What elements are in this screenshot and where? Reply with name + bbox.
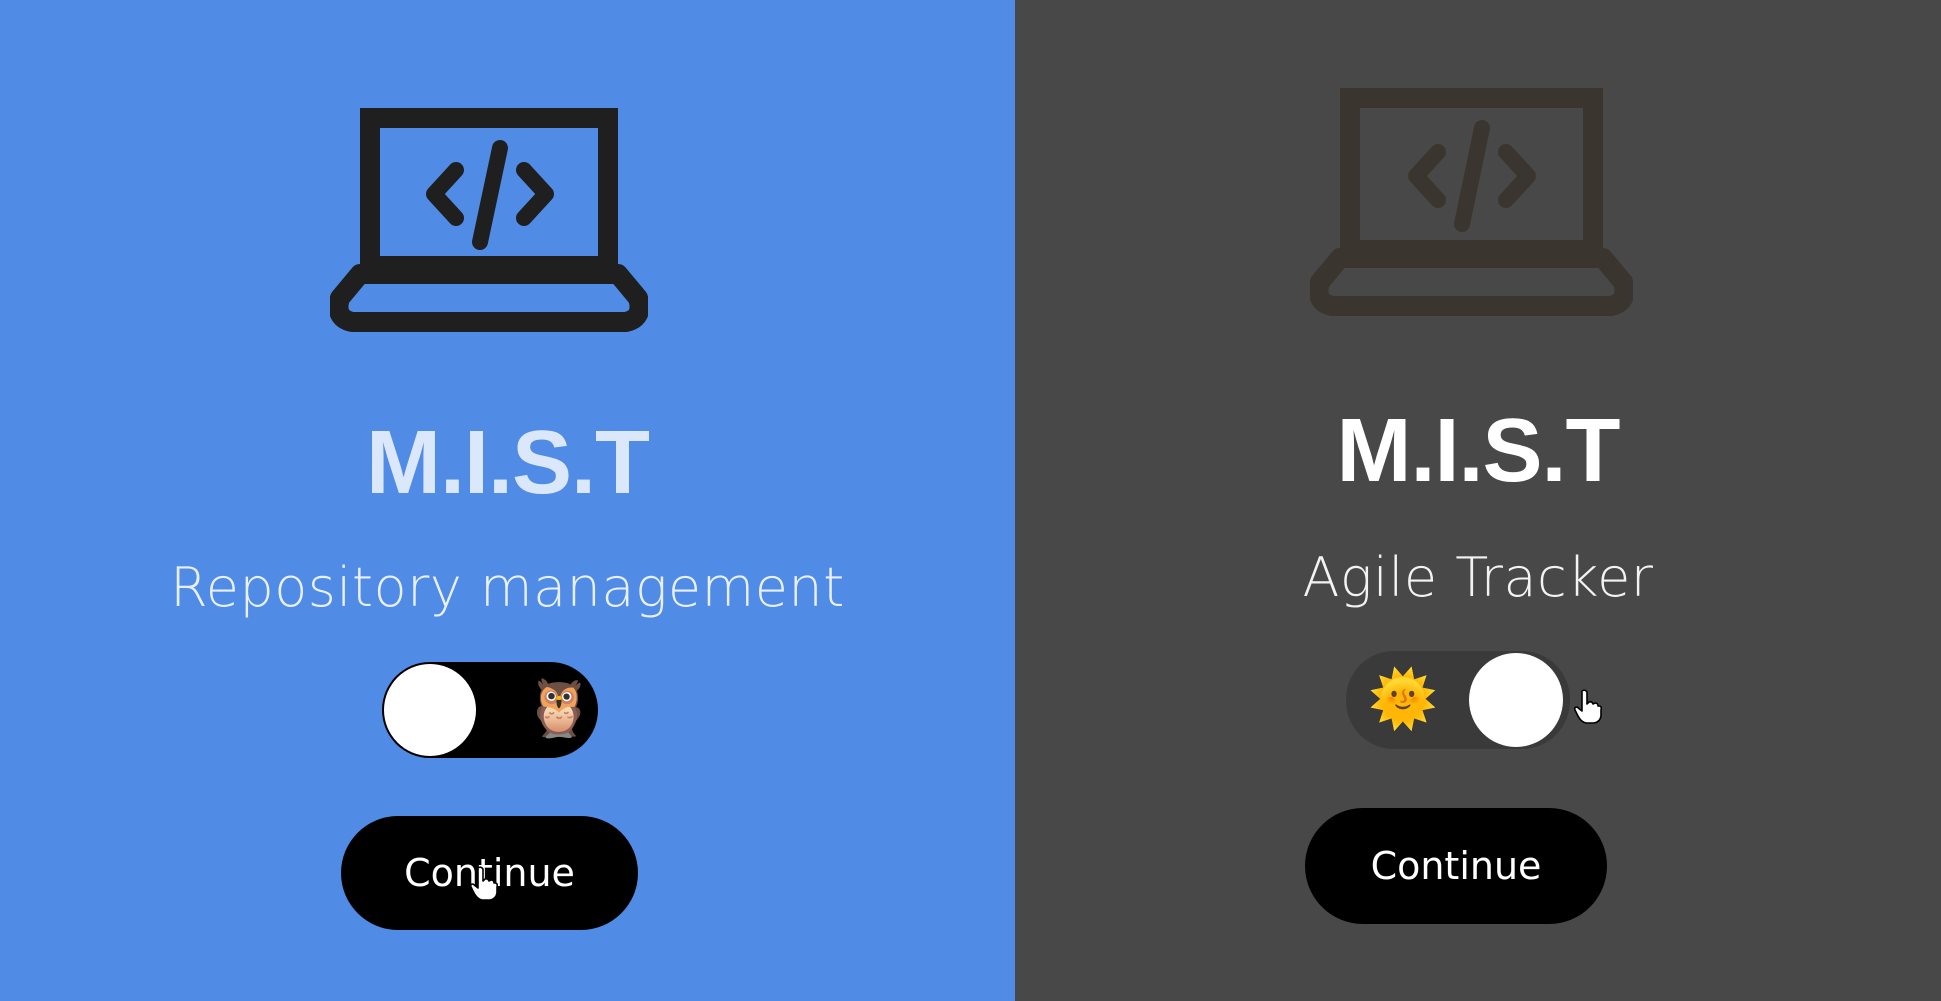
toggle-knob[interactable]	[1469, 653, 1563, 747]
left-panel: M.I.S.T Repository management 🦉 Continue	[0, 0, 1015, 1001]
owl-icon: 🦉	[524, 676, 594, 739]
sun-icon: 🌞	[1368, 667, 1438, 730]
subtitle: Agile Tracker	[1302, 546, 1654, 609]
subtitle: Repository management	[170, 556, 845, 619]
right-panel: M.I.S.T Agile Tracker 🌞 Continue	[1015, 0, 1941, 1001]
laptop-code-icon	[1310, 88, 1633, 319]
brand-title: M.I.S.T	[1336, 401, 1621, 501]
brand-title: M.I.S.T	[366, 413, 650, 513]
hand-cursor-icon	[469, 866, 499, 902]
hand-cursor-icon	[1573, 689, 1603, 725]
toggle-knob[interactable]	[384, 664, 476, 756]
theme-toggle[interactable]: 🦉	[382, 662, 598, 758]
theme-toggle[interactable]: 🌞	[1346, 651, 1603, 749]
continue-button[interactable]: Continue	[1305, 808, 1607, 924]
laptop-code-icon	[330, 108, 648, 334]
